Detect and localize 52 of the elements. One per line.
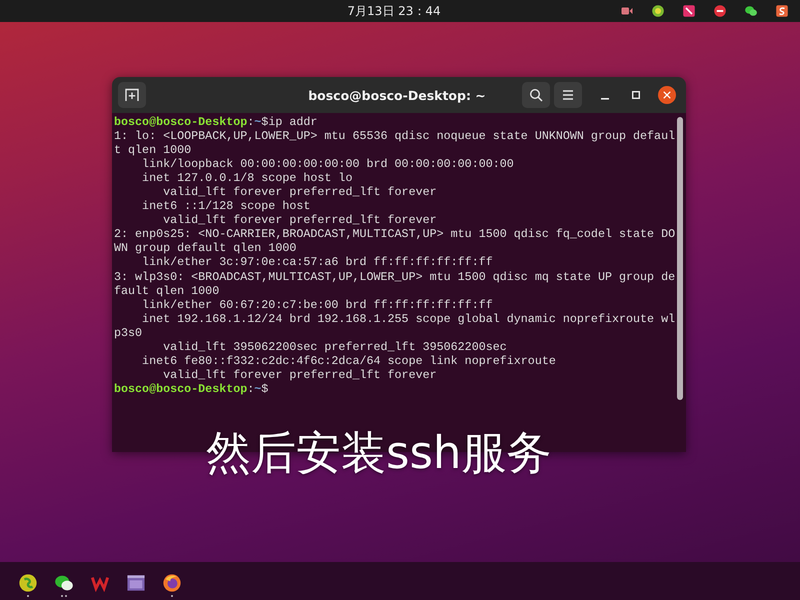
film-icon[interactable] <box>127 574 145 592</box>
minus-circle-icon[interactable] <box>714 5 726 17</box>
close-icon <box>663 91 671 99</box>
terminal-output-line: inet 192.168.1.12/24 brd 192.168.1.255 scope global dynamic noprefixroute wl <box>141 312 676 326</box>
subtitle-caption: 然后安装ssh服务 <box>206 426 552 480</box>
search-button[interactable] <box>522 82 550 108</box>
prompt-path: ~ <box>254 382 262 396</box>
menu-icon <box>561 88 575 102</box>
prompt-user-host: bosco@bosco-Desktop <box>114 382 248 396</box>
tile-icon[interactable] <box>776 5 788 17</box>
terminal-output-line: inet6 fe80::f332:c2dc:4f6c:2dca/64 scope link noprefixroute <box>141 354 556 368</box>
prompt-symbol: $ <box>261 115 268 130</box>
ball-icon[interactable] <box>19 574 37 592</box>
terminal-output-line: 1: lo: <LOOPBACK,UP,LOWER_UP> mtu 65536 qdisc noqueue state UNKNOWN group defaul <box>114 129 676 144</box>
prompt-user-host: bosco@bosco-Desktop <box>114 115 248 130</box>
terminal-output-line: t qlen 1000 <box>114 143 192 158</box>
minimize-icon <box>601 98 609 100</box>
new-tab-icon <box>125 88 139 102</box>
terminal-output-line: fault qlen 1000 <box>114 284 220 298</box>
prompt-separator: : <box>247 115 254 130</box>
prompt-symbol: $ <box>261 382 268 396</box>
ball-icon[interactable] <box>652 5 664 17</box>
terminal-output-line: valid_lft forever preferred_lft forever <box>162 368 437 382</box>
menu-button[interactable] <box>554 82 582 108</box>
prompt-path: ~ <box>254 115 262 130</box>
terminal-output-line: valid_lft forever preferred_lft forever <box>162 213 437 228</box>
new-tab-button[interactable] <box>118 82 146 108</box>
terminal-output-line: link/ether 3c:97:0e:ca:57:a6 brd ff:ff:ff:ff:ff:ff <box>141 255 493 270</box>
globe-icon[interactable] <box>163 574 181 592</box>
terminal-output-line: 3: wlp3s0: <BROADCAST,MULTICAST,UP,LOWER_UP> mtu 1500 qdisc mq state UP group de <box>114 270 676 284</box>
close-button[interactable] <box>658 86 676 104</box>
chat-bubbles-icon[interactable] <box>55 574 73 592</box>
terminal-output-line: WN group default qlen 1000 <box>114 241 296 256</box>
terminal-output-line: inet 127.0.0.1/8 scope host lo <box>141 171 352 186</box>
terminal-output-line: valid_lft 395062200sec preferred_lft 395062200sec <box>162 340 507 354</box>
terminal-output-line: link/loopback 00:00:00:00:00:00 brd 00:00:00:00:00:00 <box>141 157 514 172</box>
chat-bubbles-icon[interactable] <box>745 5 757 17</box>
terminal-output-line: valid_lft forever preferred_lft forever <box>162 185 437 200</box>
zigzag-icon[interactable] <box>91 574 109 592</box>
terminal-output-line: link/ether 60:67:20:c7:be:00 brd ff:ff:ff:ff:ff:ff <box>141 298 493 312</box>
camera-icon[interactable] <box>621 5 633 17</box>
command-text: ip addr <box>268 115 318 130</box>
terminal-output-line: 2: enp0s25: <NO-CARRIER,BROADCAST,MULTICAST,UP> mtu 1500 qdisc fq_codel state DO <box>114 227 676 242</box>
maximize-icon <box>632 91 640 99</box>
search-icon <box>529 88 543 102</box>
tile-icon[interactable] <box>683 5 695 17</box>
clock[interactable]: 7月13日 23：44 <box>347 2 441 20</box>
terminal-output-line: inet6 ::1/128 scope host <box>141 199 310 214</box>
prompt-separator: : <box>247 382 254 396</box>
terminal-output-line: p3s0 <box>114 326 142 340</box>
scrollbar-thumb[interactable] <box>677 117 683 400</box>
window-title: bosco@bosco-Desktop: ~ <box>308 88 486 102</box>
